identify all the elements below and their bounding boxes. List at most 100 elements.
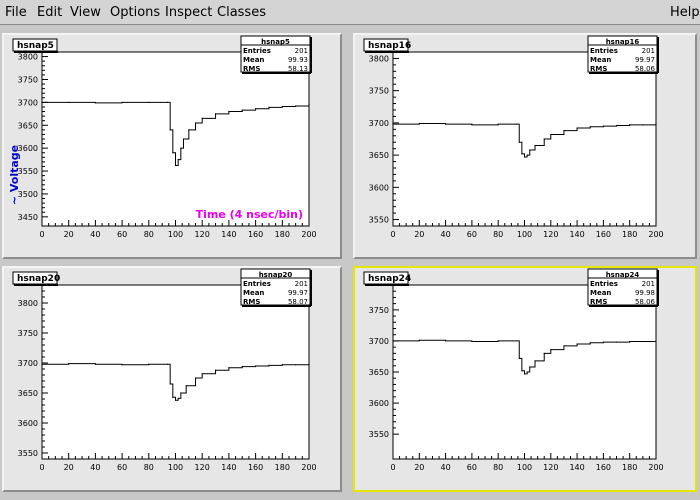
x-tick-label: 100 [517,230,532,239]
data-point [188,129,190,131]
x-tick-label: 180 [275,230,290,239]
stats-label: RMS [243,65,260,73]
x-tick-label: 100 [517,463,532,472]
data-point [68,363,70,365]
data-point [180,392,182,394]
stats-label: Entries [243,47,271,55]
data-point [589,342,591,344]
stats-name: hsnap16 [606,38,640,46]
data-point [418,122,420,125]
data-point [534,360,536,362]
data-point [121,101,123,103]
y-tick-label: 3750 [18,329,38,338]
pad-title: hsnap16 [368,41,411,51]
stats-value: 58.06 [635,298,656,306]
stats-label: Mean [590,56,611,64]
menu-inspect[interactable]: Inspect [165,5,212,20]
data-point [94,363,96,365]
data-point [526,371,528,373]
menu-file[interactable]: File [5,5,27,20]
y-tick-label: 3700 [369,337,389,346]
chart-svg: 0 20 40 60 80 100 120 140 160 180 200 3550 3600 3650 3… [363,268,664,472]
stats-label: Entries [590,47,618,55]
data-point [177,397,179,399]
stats-label: Entries [590,280,618,288]
data-point [523,156,526,158]
data-point [255,365,257,367]
x-tick-label: 160 [596,463,611,472]
x-tick-label: 0 [390,463,395,472]
x-tick-label: 80 [144,230,154,239]
data-point [201,373,203,375]
x-tick-label: 160 [596,230,611,239]
menu-classes[interactable]: Classes [217,5,266,20]
data-point [281,364,283,366]
data-point [642,124,644,126]
x-tick-label: 160 [248,230,263,239]
x-tick-label: 20 [414,463,424,472]
data-point [295,105,297,107]
data-point [268,106,270,109]
stats-value: 201 [642,280,655,288]
pad-hsnap5[interactable]: 0 20 40 60 80 100 120 140 160 180 200 3450 3500 3550 3… [2,33,342,259]
x-tick-label: 0 [39,230,44,239]
x-tick-label: 180 [622,463,637,472]
data-point [166,101,169,103]
pad-title: hsnap5 [17,41,54,51]
x-tick-label: 0 [39,463,44,472]
data-point [148,101,150,103]
data-point [169,383,171,385]
y-tick-label: 3700 [18,98,38,107]
data-point [543,352,545,354]
x-tick-label: 180 [275,463,290,472]
chart-svg: 0 20 40 60 80 100 120 140 160 180 200 3550 3600 3650 3… [12,268,317,472]
data-point [445,123,447,125]
pad-hsnap24[interactable]: 0 20 40 60 80 100 120 140 160 180 200 3550 3600 3650 3… [353,266,697,492]
x-tick-label: 200 [301,230,316,239]
data-point [194,377,197,379]
y-tick-label: 3650 [369,368,389,377]
x-tick-label: 140 [569,463,584,472]
plot-frame [41,51,310,227]
stats-name: hsnap20 [259,271,293,279]
data-point [602,341,604,343]
data-point [655,123,657,125]
menu-edit[interactable]: Edit [37,5,62,20]
x-tick-label: 120 [543,463,558,472]
x-tick-label: 40 [441,230,451,239]
y-axis-label: ~ Voltage [8,145,21,205]
y-tick-label: 3650 [18,121,38,130]
pad-hsnap20[interactable]: 0 20 40 60 80 100 120 140 160 180 200 3550 3600 3650 3… [2,266,342,492]
data-point [177,159,179,161]
stats-label: RMS [590,65,607,73]
x-tick-label: 140 [221,230,236,239]
x-tick-label: 60 [117,463,127,472]
menu-bar: File Edit View Options Inspect Classes H… [0,0,700,25]
x-tick-label: 140 [569,230,584,239]
x-tick-label: 40 [90,463,100,472]
data-point [308,363,310,365]
menu-options[interactable]: Options [110,5,160,20]
x-tick-label: 80 [144,463,154,472]
stats-label: RMS [243,298,260,306]
menu-help[interactable]: Help [670,5,700,20]
data-point [121,364,123,366]
x-tick-label: 200 [648,230,663,239]
pad-hsnap16[interactable]: 0 20 40 60 80 100 120 140 160 180 200 3550 3600 3650 3… [353,33,697,259]
data-point [241,366,243,368]
data-point [148,363,150,365]
data-point [576,127,578,129]
y-tick-label: 3750 [369,87,389,96]
data-point [268,364,270,366]
menu-view[interactable]: View [70,5,101,20]
data-point [281,105,283,108]
data-point [521,153,523,155]
y-tick-label: 3650 [369,151,389,160]
data-point [534,144,536,147]
x-tick-label: 60 [467,230,477,239]
stats-name: hsnap24 [606,271,640,279]
x-tick-label: 100 [168,230,183,239]
data-point [295,364,297,366]
y-tick-label: 3600 [369,183,389,192]
y-tick-label: 3650 [18,389,38,398]
